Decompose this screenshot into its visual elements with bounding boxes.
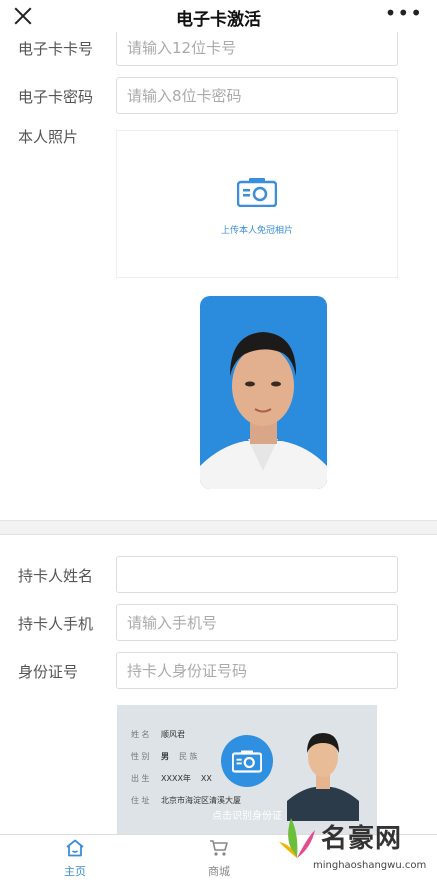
id-sex-key: 性 别 (131, 752, 150, 761)
holder-phone-label: 持卡人手机 (18, 615, 94, 633)
tab-home[interactable]: 主页 (45, 839, 105, 879)
card-number-label: 电子卡卡号 (18, 40, 94, 58)
home-icon (66, 839, 84, 857)
card-password-input[interactable] (116, 77, 398, 114)
tab-home-label: 主页 (64, 865, 86, 878)
tab-mall[interactable]: 商城 (189, 839, 249, 879)
watermark-logo-icon (279, 818, 315, 858)
holder-name-label: 持卡人姓名 (18, 567, 94, 585)
id-number-label: 身份证号 (18, 663, 79, 681)
id-nation-key: 民 族 (179, 752, 198, 761)
id-scan-camera-button[interactable] (221, 735, 273, 787)
page-title: 电子卡激活 (176, 10, 261, 30)
photo-label: 本人照片 (18, 128, 79, 146)
camera-icon (237, 178, 277, 207)
cart-icon (210, 840, 228, 856)
id-address-value: 北京市海淀区清溪大厦 (161, 796, 241, 805)
photo-upload-area[interactable]: 上传本人免冠相片 (116, 130, 398, 278)
id-birth-key: 出 生 (131, 774, 150, 783)
site-watermark: 名豪网 minghaoshangwu.com (273, 808, 433, 878)
tab-mall-label: 商城 (208, 865, 230, 878)
watermark-url: minghaoshangwu.com (313, 860, 427, 871)
card-number-input[interactable] (116, 30, 398, 66)
id-sex-value: 男 (161, 752, 169, 761)
sample-portrait (200, 296, 327, 489)
watermark-name: 名豪网 (321, 824, 403, 854)
id-birth-value: XXXX年 (161, 774, 191, 783)
more-icon[interactable]: ••• (385, 3, 423, 23)
id-name-value: 顺风君 (161, 730, 185, 739)
id-birth-value-2: XX (200, 774, 212, 783)
upload-hint: 上传本人免冠相片 (220, 226, 293, 236)
card-password-label: 电子卡密码 (18, 88, 94, 106)
id-address-key: 住 址 (131, 796, 150, 805)
section-divider (0, 520, 437, 535)
holder-name-input[interactable] (116, 556, 398, 593)
camera-icon (232, 750, 262, 773)
nav-header: 电子卡激活 ••• (0, 0, 437, 32)
id-number-input[interactable] (116, 652, 398, 689)
id-portrait-silhouette (287, 733, 359, 821)
holder-phone-input[interactable] (116, 604, 398, 641)
id-name-key: 姓 名 (131, 730, 150, 739)
